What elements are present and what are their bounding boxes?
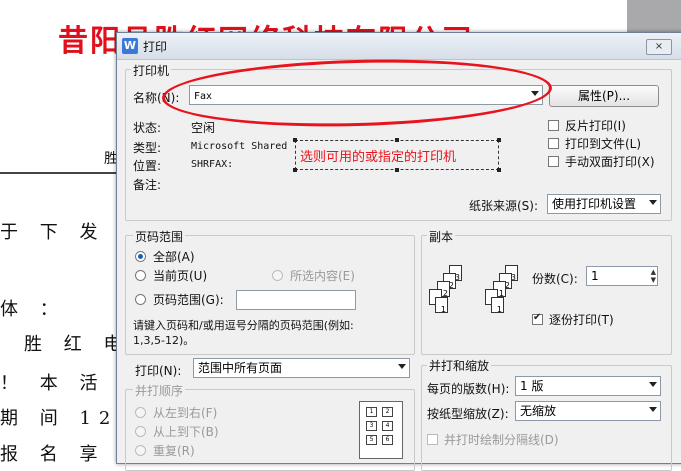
type-value: Microsoft Shared bbox=[191, 141, 288, 152]
selection-handle bbox=[395, 138, 399, 142]
page-range-hint: 请键入页码和/或用逗号分隔的页码范围(例如: bbox=[133, 319, 354, 332]
collate-label[interactable]: 逐份打印(T) bbox=[549, 311, 614, 328]
copies-count-value: 1 bbox=[591, 269, 599, 283]
wps-app-icon: W bbox=[122, 38, 138, 54]
manual-duplex-checkbox[interactable] bbox=[548, 156, 559, 167]
reverse-print-checkbox[interactable] bbox=[548, 120, 559, 131]
comment-label: 备注: bbox=[133, 178, 162, 192]
draw-borders-checkbox bbox=[427, 434, 438, 445]
selection-handle bbox=[497, 138, 501, 142]
dialog-title: 打印 bbox=[143, 40, 168, 54]
page-range-current-label[interactable]: 当前页(U) bbox=[153, 267, 207, 284]
scale-to-paper-label: 按纸型缩放(Z): bbox=[427, 407, 509, 421]
uncollated-pages-icon: 3 2 2 1 1 bbox=[429, 265, 473, 321]
page-range-pages-radio[interactable] bbox=[135, 294, 146, 305]
print-what-select[interactable]: 范围中所有页面 bbox=[193, 358, 410, 378]
selection-handle bbox=[497, 168, 501, 172]
page-range-pages-label[interactable]: 页码范围(G): bbox=[153, 291, 224, 308]
scale-to-paper-value: 无缩放 bbox=[520, 404, 557, 418]
page-range-selection-radio bbox=[272, 270, 283, 281]
order-top-to-bottom-label: 从上到下(B) bbox=[153, 425, 219, 439]
page-range-selection-label: 所选内容(E) bbox=[290, 269, 355, 283]
chevron-down-icon bbox=[649, 200, 657, 205]
pages-per-sheet-value: 1 版 bbox=[520, 379, 544, 393]
collate-checkbox[interactable] bbox=[532, 312, 543, 325]
spin-down-icon[interactable]: ▼ bbox=[651, 276, 656, 284]
print-what-value: 范围中所有页面 bbox=[198, 361, 283, 375]
copies-group-title: 副本 bbox=[427, 228, 456, 245]
print-order-group-title: 并打顺序 bbox=[133, 382, 186, 399]
printer-group-title: 打印机 bbox=[131, 62, 172, 79]
paper-source-select[interactable]: 使用打印机设置 bbox=[547, 194, 661, 214]
status-value: 空闲 bbox=[191, 121, 216, 135]
dialog-titlebar[interactable]: W 打印 × bbox=[117, 33, 681, 60]
page-order-preview-icon: 1 2 3 4 5 6 bbox=[359, 401, 403, 459]
selection-handle bbox=[395, 168, 399, 172]
order-top-to-bottom-radio bbox=[135, 426, 146, 437]
order-left-to-right-radio bbox=[135, 407, 146, 418]
location-label: 位置: bbox=[133, 159, 162, 173]
print-to-file-checkbox[interactable] bbox=[548, 138, 559, 149]
type-label: 类型: bbox=[133, 141, 162, 155]
manual-duplex-label[interactable]: 手动双面打印(X) bbox=[565, 153, 655, 170]
pages-per-sheet-select[interactable]: 1 版 bbox=[515, 376, 661, 396]
spin-up-icon[interactable]: ▲ bbox=[651, 268, 656, 276]
annotation-callout-text: 选则可用的或指定的打印机 bbox=[300, 150, 457, 165]
close-button[interactable]: × bbox=[646, 39, 672, 55]
selection-handle bbox=[293, 138, 297, 142]
chevron-down-icon bbox=[649, 407, 657, 412]
page-range-all-radio[interactable] bbox=[135, 251, 146, 262]
location-value: SHRFAX: bbox=[191, 159, 234, 170]
page-range-hint-example: 1,3,5-12)。 bbox=[133, 334, 195, 347]
paper-source-label: 纸张来源(S): bbox=[469, 199, 539, 213]
page-range-input[interactable] bbox=[236, 290, 356, 310]
status-label: 状态: bbox=[133, 121, 162, 135]
print-what-label: 打印(N): bbox=[135, 364, 182, 378]
order-left-to-right-label: 从左到右(F) bbox=[153, 406, 218, 420]
page-range-group-title: 页码范围 bbox=[133, 228, 186, 245]
document-divider bbox=[0, 172, 120, 174]
selection-handle bbox=[293, 168, 297, 172]
print-to-file-label[interactable]: 打印到文件(L) bbox=[565, 135, 641, 152]
copies-count-input[interactable]: 1 ▲ ▼ bbox=[586, 266, 658, 286]
document-line: 体 ： bbox=[0, 299, 66, 320]
paper-source-value: 使用打印机设置 bbox=[552, 197, 637, 211]
pages-per-sheet-label: 每页的版数(H): bbox=[427, 382, 510, 396]
scale-to-paper-select[interactable]: 无缩放 bbox=[515, 401, 661, 421]
chevron-down-icon bbox=[649, 382, 657, 387]
copies-count-label: 份数(C): bbox=[532, 272, 578, 286]
zoom-group-title: 并打和缩放 bbox=[427, 357, 492, 374]
page-range-current-radio[interactable] bbox=[135, 270, 146, 281]
order-repeat-label: 重复(R) bbox=[153, 444, 195, 458]
page-range-all-label[interactable]: 全部(A) bbox=[153, 248, 195, 265]
properties-button[interactable]: 属性(P)... bbox=[549, 85, 659, 107]
collated-pages-icon: 3 2 1 2 1 bbox=[485, 265, 529, 321]
draw-borders-label: 并打时绘制分隔线(D) bbox=[444, 433, 559, 447]
reverse-print-label[interactable]: 反片打印(I) bbox=[565, 117, 626, 134]
order-repeat-radio bbox=[135, 445, 146, 456]
chevron-down-icon bbox=[398, 364, 406, 369]
